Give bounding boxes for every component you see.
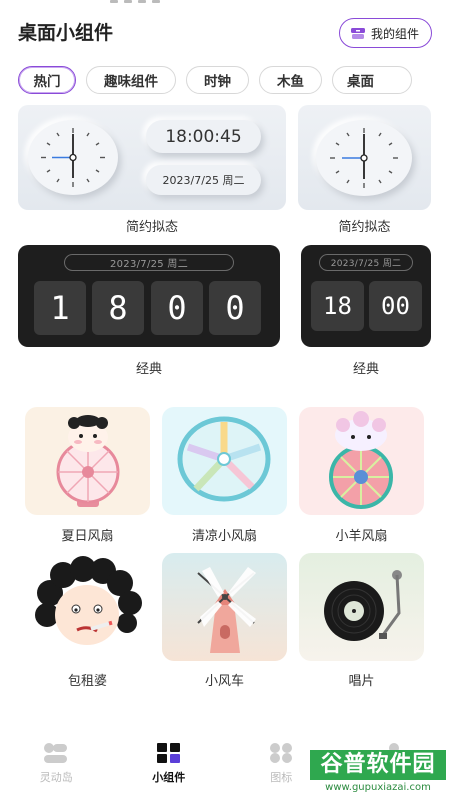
record-player-widget[interactable] <box>299 553 424 661</box>
digit-text: 1 <box>50 289 70 327</box>
tab-label: 热门 <box>33 74 61 90</box>
widgets-icon <box>156 743 180 763</box>
flip-digit: 18 <box>311 281 364 331</box>
flip-digit: 0 <box>209 281 261 335</box>
digit-text: 8 <box>108 289 128 327</box>
sheep-fan-widget[interactable] <box>299 407 424 515</box>
clock-hands-icon <box>330 128 398 188</box>
tab-hot[interactable]: 热门 <box>18 66 76 94</box>
category-tabs: 热门 趣味组件 时钟 木鱼 桌面 <box>18 66 450 94</box>
tab-label: 桌面 <box>347 74 374 90</box>
widget-caption: 经典 <box>352 362 379 377</box>
nav-label: 灵动岛 <box>39 771 73 784</box>
grid-item-caption: 唱片 <box>348 674 375 689</box>
tab-label: 时钟 <box>204 74 231 90</box>
tab-clock[interactable]: 时钟 <box>186 66 249 94</box>
analog-clock-face <box>28 120 118 195</box>
flip-digit: 0 <box>151 281 203 335</box>
watermark-url: www.gupuxiazai.com <box>325 782 431 793</box>
classic-clock-widget-small[interactable]: 2023/7/25 周二 18 00 <box>301 245 431 347</box>
windmill-icon <box>197 567 256 653</box>
digit-text: 0 <box>167 289 187 327</box>
date-pill: 2023/7/25 周二 <box>64 254 234 271</box>
vinyl-record-icon <box>324 570 402 641</box>
grid-item-caption: 清凉小风扇 <box>191 529 257 544</box>
flip-digit: 00 <box>369 281 422 331</box>
grid-item-caption: 小风车 <box>204 674 244 689</box>
date-text: 2023/7/25 周二 <box>162 174 245 187</box>
my-widgets-label: 我的组件 <box>370 26 419 41</box>
widget-box-icon <box>350 27 365 39</box>
cool-fan-widget[interactable] <box>162 407 287 515</box>
landlady-widget[interactable] <box>25 553 150 661</box>
fan-icon <box>329 411 393 509</box>
tab-desktop[interactable]: 桌面 <box>332 66 412 94</box>
tab-wooden-fish[interactable]: 木鱼 <box>259 66 322 94</box>
grid-item-caption: 夏日风扇 <box>61 529 114 544</box>
icons-icon <box>270 743 293 763</box>
tab-fun-widgets[interactable]: 趣味组件 <box>86 66 176 94</box>
watermark-title: 谷普软件园 <box>310 750 446 780</box>
summer-fan-widget[interactable] <box>25 407 150 515</box>
date-pill: 2023/7/25 周二 <box>146 165 261 195</box>
landlady-icon <box>35 556 142 645</box>
digital-time: 18:00:45 <box>165 126 242 147</box>
fan-icon <box>56 415 120 507</box>
digit-text: 00 <box>381 292 410 320</box>
simple-clock-widget-large[interactable]: 18:00:45 2023/7/25 周二 <box>18 105 286 210</box>
tab-label: 趣味组件 <box>104 74 158 90</box>
flip-digit: 8 <box>92 281 144 335</box>
digital-time-pill: 18:00:45 <box>146 120 261 153</box>
digit-text: 18 <box>323 292 352 320</box>
windmill-widget[interactable] <box>162 553 287 661</box>
my-widgets-button[interactable]: 我的组件 <box>338 18 432 48</box>
nav-label: 小组件 <box>152 771 186 784</box>
widget-caption: 简约拟态 <box>338 220 391 235</box>
widget-caption: 经典 <box>135 362 162 377</box>
digit-text: 0 <box>225 289 245 327</box>
widget-caption: 简约拟态 <box>125 220 178 235</box>
date-text: 2023/7/25 周二 <box>330 259 402 269</box>
status-bar <box>0 0 450 8</box>
tab-label: 木鱼 <box>277 74 304 90</box>
nav-item-widgets[interactable]: 小组件 <box>113 736 226 800</box>
flip-digit: 1 <box>34 281 86 335</box>
nav-item-dynamic-island[interactable]: 灵动岛 <box>0 736 113 800</box>
clock-hands-icon <box>41 128 105 187</box>
classic-clock-widget-large[interactable]: 2023/7/25 周二 1 8 0 0 <box>18 245 280 347</box>
analog-clock-face <box>316 120 412 196</box>
simple-clock-widget-small[interactable] <box>298 105 431 210</box>
site-watermark: 谷普软件园 www.gupuxiazai.com <box>310 750 446 796</box>
header: 桌面小组件 我的组件 <box>18 18 432 48</box>
fan-icon <box>177 416 271 502</box>
grid-item-caption: 包租婆 <box>67 674 107 689</box>
grid-item-caption: 小羊风扇 <box>335 529 388 544</box>
date-pill: 2023/7/25 周二 <box>319 254 413 271</box>
nav-label: 图标 <box>270 771 293 784</box>
island-icon <box>44 743 68 763</box>
date-text: 2023/7/25 周二 <box>109 259 189 270</box>
